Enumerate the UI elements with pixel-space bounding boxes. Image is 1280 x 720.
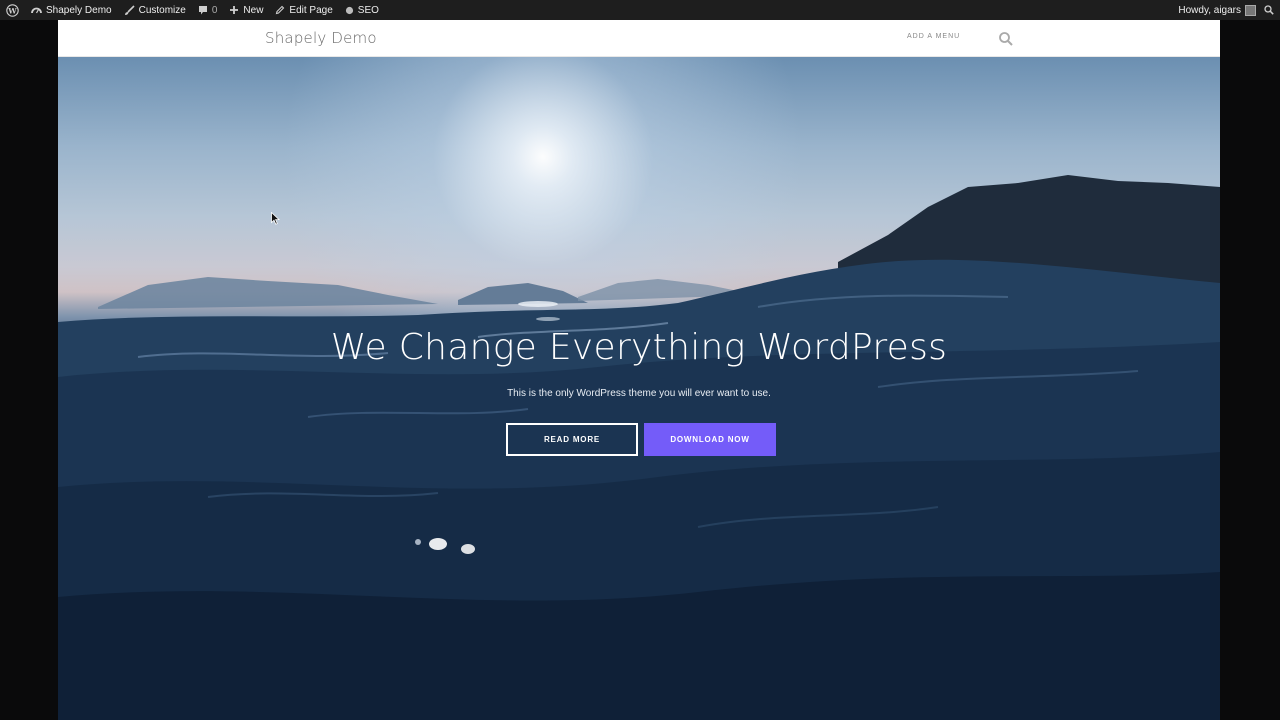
- admin-search-button[interactable]: [1264, 5, 1274, 15]
- distant-island: [98, 277, 438, 309]
- dashboard-icon: [31, 7, 42, 13]
- site-header: Shapely Demo ADD A MENU: [58, 20, 1220, 57]
- edit-page-label: Edit Page: [289, 4, 333, 16]
- comments-link[interactable]: 0: [198, 4, 218, 16]
- hero-title: We Change Everything WordPress: [330, 327, 948, 368]
- plus-icon: [230, 6, 239, 14]
- my-account-link[interactable]: Howdy, aigars: [1178, 4, 1256, 16]
- wp-admin-bar: W Shapely Demo Customize 0 New Edit Page…: [0, 0, 1280, 20]
- seo-link[interactable]: SEO: [345, 5, 379, 16]
- comments-count: 0: [211, 4, 218, 16]
- pencil-icon: [276, 5, 285, 15]
- new-content-link[interactable]: New: [229, 5, 263, 16]
- edit-page-link[interactable]: Edit Page: [275, 4, 333, 16]
- site-frame: Shapely Demo ADD A MENU We Change Everyt…: [58, 20, 1220, 720]
- seo-dot-icon: [345, 6, 353, 14]
- brush-icon: [124, 4, 135, 15]
- customize-label: Customize: [138, 4, 186, 16]
- hero-subtitle: This is the only WordPress theme you wil…: [507, 388, 771, 399]
- customize-link[interactable]: Customize: [124, 5, 186, 16]
- wordpress-logo-button[interactable]: W: [6, 3, 19, 17]
- site-name-label: Shapely Demo: [46, 4, 112, 16]
- read-more-button[interactable]: READ MORE: [506, 423, 638, 456]
- distant-island: [458, 283, 588, 305]
- svg-text:W: W: [7, 6, 17, 15]
- mouse-cursor: [271, 212, 281, 225]
- greeting-label: Howdy, aigars: [1178, 4, 1241, 16]
- site-title[interactable]: Shapely Demo: [265, 29, 377, 47]
- search-icon: [1264, 5, 1274, 15]
- comment-icon: [198, 6, 207, 15]
- new-label: New: [243, 4, 264, 16]
- seo-label: SEO: [357, 4, 379, 16]
- avatar: [1245, 4, 1256, 16]
- admin-bar-left: W Shapely Demo Customize 0 New Edit Page…: [6, 0, 391, 20]
- hero-section: We Change Everything WordPress This is t…: [58, 57, 1220, 720]
- wordpress-icon: W: [6, 3, 19, 17]
- search-icon[interactable]: [998, 31, 1014, 47]
- add-menu-link[interactable]: ADD A MENU: [907, 33, 960, 40]
- admin-bar-right: Howdy, aigars: [1178, 0, 1274, 20]
- site-name-link[interactable]: Shapely Demo: [31, 5, 112, 16]
- download-now-button[interactable]: DOWNLOAD NOW: [644, 423, 776, 456]
